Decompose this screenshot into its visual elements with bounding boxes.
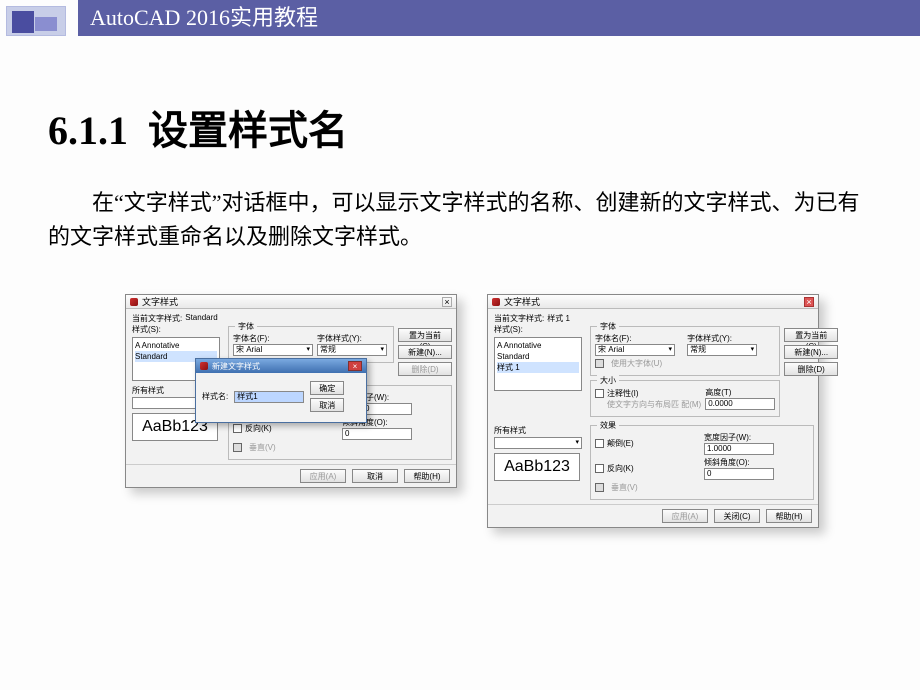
dialog-title: 文字样式 [142, 295, 178, 308]
filter-select[interactable] [494, 437, 582, 449]
vertical-check[interactable] [233, 443, 242, 452]
preview-box: AaBb123 [494, 453, 580, 481]
styles-listbox[interactable]: A Annotative Standard 样式 1 [494, 337, 582, 391]
backwards-check[interactable] [595, 464, 604, 473]
subdialog-title: 新建文字样式 [212, 361, 260, 372]
close-icon[interactable]: × [804, 297, 814, 307]
font-style-label: 字体样式(Y): [317, 333, 389, 344]
current-style-value: 样式 1 [547, 313, 570, 324]
font-group-title: 字体 [597, 321, 619, 332]
autocad-icon [200, 362, 208, 370]
font-name-label: 字体名(F): [233, 333, 313, 344]
book-title: AutoCAD 2016实用教程 [78, 0, 920, 36]
set-current-button[interactable]: 置为当前(C) [398, 328, 452, 342]
figure-left: 文字样式 × 当前文字样式: Standard 样式(S): A Annotat… [125, 294, 457, 528]
oblique-angle-input[interactable]: 0 [342, 428, 412, 440]
current-style-label: 当前文字样式: [494, 313, 544, 324]
font-name-label: 字体名(F): [595, 333, 683, 344]
font-style-select[interactable]: 常规 [687, 344, 757, 356]
vertical-check[interactable] [595, 483, 604, 492]
ok-button[interactable]: 确定 [310, 381, 344, 395]
font-name-select[interactable]: 宋 Arial [595, 344, 675, 356]
help-button[interactable]: 帮助(H) [404, 469, 450, 483]
autocad-icon [130, 298, 138, 306]
new-textstyle-dialog: 新建文字样式 × 样式名: 样式1 确定 取消 [195, 358, 367, 423]
delete-button[interactable]: 删除(D) [784, 362, 838, 376]
font-group-title: 字体 [235, 321, 257, 332]
section-number: 6.1.1 [48, 108, 128, 153]
backwards-check[interactable] [233, 424, 242, 433]
stylename-label: 样式名: [202, 391, 228, 402]
close-button[interactable]: 关闭(C) [714, 509, 760, 523]
all-styles-label: 所有样式 [494, 425, 586, 436]
slide-header: AutoCAD 2016实用教程 [0, 0, 920, 44]
apply-button[interactable]: 应用(A) [662, 509, 708, 523]
list-item[interactable]: A Annotative [497, 340, 579, 351]
styles-label: 样式(S): [488, 324, 586, 335]
size-group-title: 大小 [597, 375, 619, 386]
height-input[interactable]: 0.0000 [705, 398, 775, 410]
styles-label: 样式(S): [126, 324, 224, 335]
font-name-select[interactable]: 宋 Arial [233, 344, 313, 356]
help-button[interactable]: 帮助(H) [766, 509, 812, 523]
autocad-icon [492, 298, 500, 306]
section-heading: 6.1.1 设置样式名 [48, 98, 920, 156]
current-style-label: 当前文字样式: [132, 313, 182, 324]
close-icon[interactable]: × [348, 361, 362, 371]
cancel-button[interactable]: 取消 [352, 469, 398, 483]
dialog-title: 文字样式 [504, 295, 540, 308]
oblique-angle-input[interactable]: 0 [704, 468, 774, 480]
section-name: 设置样式名 [148, 108, 348, 153]
text-style-dialog-right: 文字样式 × 当前文字样式: 样式 1 样式(S): A Annotative … [487, 294, 819, 528]
subdialog-caption[interactable]: 新建文字样式 × [196, 359, 366, 373]
dialog-buttons: 应用(A) 关闭(C) 帮助(H) [488, 504, 818, 527]
close-icon[interactable]: × [442, 297, 452, 307]
body-paragraph: 在“文字样式”对话框中，可以显示文字样式的名称、创建新的文字样式、为已有的文字样… [48, 186, 860, 254]
current-style-value: Standard [185, 313, 217, 324]
new-button[interactable]: 新建(N)... [784, 345, 838, 359]
logo-ornament [6, 6, 66, 36]
set-current-button[interactable]: 置为当前(C) [784, 328, 838, 342]
font-style-label: 字体样式(Y): [687, 333, 775, 344]
list-item[interactable]: Standard [497, 351, 579, 362]
stylename-input[interactable]: 样式1 [234, 391, 304, 403]
bigfont-check[interactable] [595, 359, 604, 368]
new-button[interactable]: 新建(N)... [398, 345, 452, 359]
dialog-buttons: 应用(A) 取消 帮助(H) [126, 464, 456, 487]
dialog-caption[interactable]: 文字样式 × [126, 295, 456, 309]
annotative-check[interactable] [595, 389, 604, 398]
list-item[interactable]: A Annotative [135, 340, 217, 351]
dialog-caption[interactable]: 文字样式 × [488, 295, 818, 309]
figure-right: 文字样式 × 当前文字样式: 样式 1 样式(S): A Annotative … [487, 294, 819, 528]
cancel-button[interactable]: 取消 [310, 398, 344, 412]
apply-button[interactable]: 应用(A) [300, 469, 346, 483]
delete-button[interactable]: 删除(D) [398, 362, 452, 376]
figures-row: 文字样式 × 当前文字样式: Standard 样式(S): A Annotat… [125, 294, 920, 528]
width-factor-input[interactable]: 1.0000 [704, 443, 774, 455]
effects-group-title: 效果 [597, 420, 619, 431]
list-item[interactable]: 样式 1 [497, 362, 579, 373]
upside-check[interactable] [595, 439, 604, 448]
font-style-select[interactable]: 常规 [317, 344, 387, 356]
